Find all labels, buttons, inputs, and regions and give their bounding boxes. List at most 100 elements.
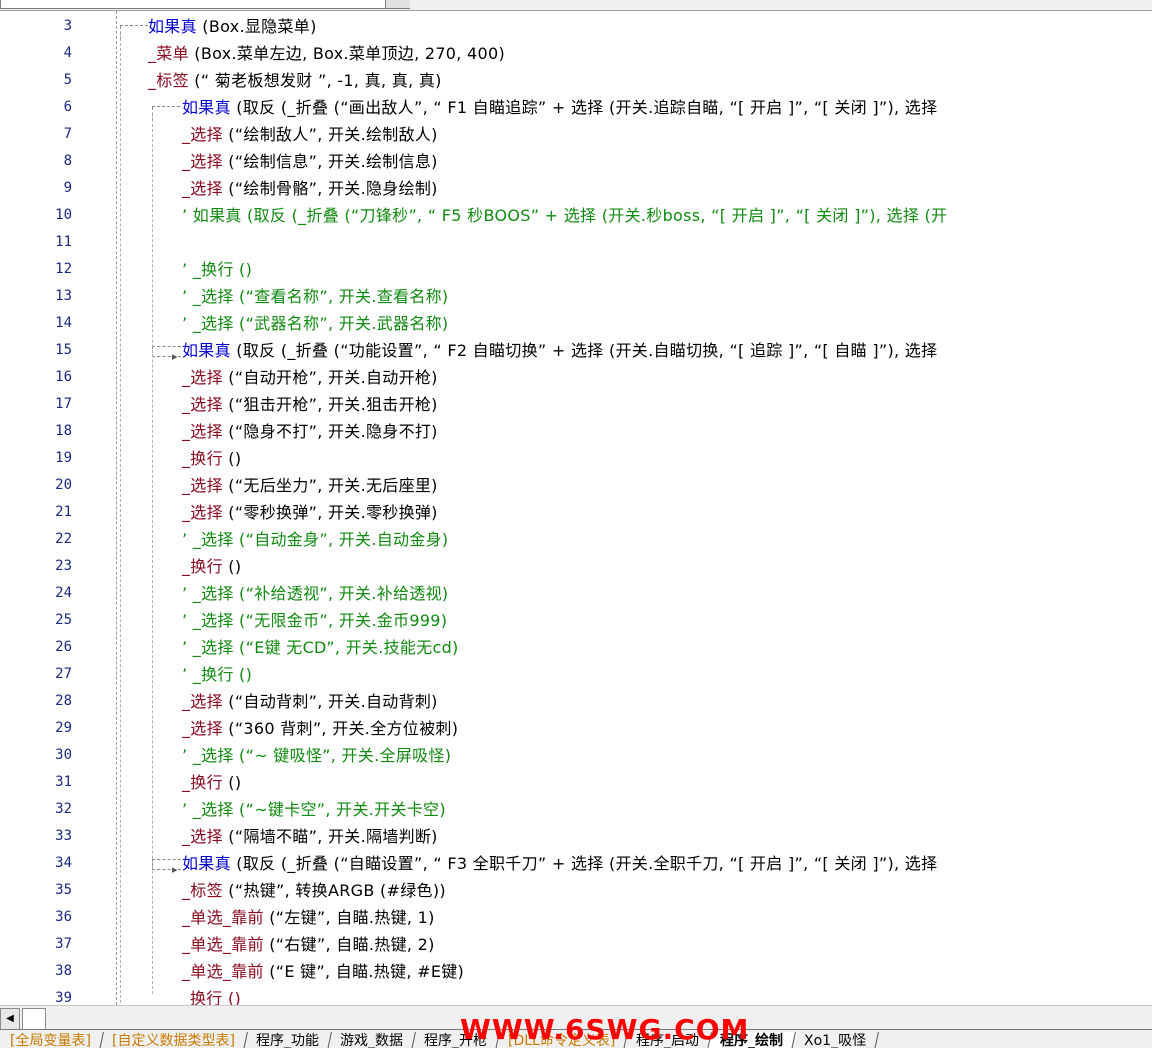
code-token: (“零秒换弹”, 开关.零秒换弹) <box>222 503 438 522</box>
code-line[interactable]: 18 _选择 (“隐身不打”, 开关.隐身不打) <box>0 418 1152 445</box>
code-line[interactable]: 20 _选择 (“无后坐力”, 开关.无后座里) <box>0 472 1152 499</box>
line-number: 21 <box>55 504 72 520</box>
line-number: 20 <box>55 477 72 493</box>
combo-dropdown-button[interactable] <box>385 0 410 8</box>
code-text: ’ _选择 (“~ 键吸怪”, 开关.全屏吸怪) <box>182 742 451 769</box>
code-token: (“自动开枪”, 开关.自动开枪) <box>222 368 438 387</box>
code-line[interactable]: 22 ’ _选择 (“自动金身”, 开关.自动金身) <box>0 526 1152 553</box>
code-token: _选择 <box>182 476 223 495</box>
file-tab[interactable]: 游戏_数据 <box>327 1032 416 1048</box>
code-line[interactable]: 24 ’ _选择 (“补给透视”, 开关.补给透视) <box>0 580 1152 607</box>
line-number: 18 <box>55 423 72 439</box>
code-line[interactable]: 9 _选择 (“绘制骨骼”, 开关.隐身绘制) <box>0 175 1152 202</box>
code-line[interactable]: 31 _换行 () <box>0 769 1152 796</box>
code-line[interactable]: 21 _选择 (“零秒换弹”, 开关.零秒换弹) <box>0 499 1152 526</box>
code-line[interactable]: 34 ▸ 如果真 (取反 (_折叠 (“自瞄设置”, “ F3 全职千刀” + 选择… <box>0 850 1152 877</box>
line-number: 37 <box>55 936 72 952</box>
file-tab-label: Xo1_吸怪 <box>804 1033 867 1048</box>
code-line[interactable]: 35 _标签 (“热键”, 转换ARGB (#绿色)) <box>0 877 1152 904</box>
code-token: _单选_靠前 <box>182 962 264 981</box>
file-tab[interactable]: [全局变量表] <box>0 1032 104 1048</box>
scroll-left-button[interactable]: ◀ <box>0 1008 20 1030</box>
code-line[interactable]: 7 _选择 (“绘制敌人”, 开关.绘制敌人) <box>0 121 1152 148</box>
line-number: 32 <box>55 801 72 817</box>
code-line[interactable]: 16 _选择 (“自动开枪”, 开关.自动开枪) <box>0 364 1152 391</box>
code-token: ’ _选择 (“无限金币”, 开关.金币999) <box>182 611 448 630</box>
code-token: (“绘制信息”, 开关.绘制信息) <box>222 152 438 171</box>
code-line[interactable]: 10 ’ 如果真 (取反 (_折叠 (“刀锋秒”, “ F5 秒BOOS” + 选… <box>0 202 1152 229</box>
code-text: ’ _换行 () <box>182 256 252 283</box>
code-line[interactable]: 12 ’ _换行 () <box>0 256 1152 283</box>
code-token: ’ _选择 (“查看名称”, 开关.查看名称) <box>182 287 449 306</box>
code-token: ’ _选择 (“E键 无CD”, 开关.技能无cd) <box>182 638 459 657</box>
code-text: ’ _选择 (“E键 无CD”, 开关.技能无cd) <box>182 634 459 661</box>
code-text: _选择 (“绘制骨骼”, 开关.隐身绘制) <box>182 175 438 202</box>
code-line[interactable]: 36 _单选_靠前 (“左键”, 自瞄.热键, 1) <box>0 904 1152 931</box>
code-token: ’ _选择 (“补给透视”, 开关.补给透视) <box>182 584 449 603</box>
code-text: _换行 () <box>182 769 241 796</box>
fold-expanded-icon[interactable] <box>120 25 148 40</box>
code-line[interactable]: 3 如果真 (Box.显隐菜单) <box>0 13 1152 40</box>
code-editor[interactable]: 3 如果真 (Box.显隐菜单) 4 _菜单 (Box.菜单左边, Box.菜单顶边,… <box>0 11 1152 1005</box>
code-token: (“无后坐力”, 开关.无后座里) <box>222 476 438 495</box>
code-line[interactable]: 11 <box>0 229 1152 256</box>
code-line[interactable]: 28 _选择 (“自动背刺”, 开关.自动背刺) <box>0 688 1152 715</box>
line-number: 19 <box>55 450 72 466</box>
code-token: (“E 键”, 自瞄.热键, #E键) <box>263 962 465 981</box>
code-token: (“右键”, 自瞄.热键, 2) <box>263 935 435 954</box>
code-line[interactable]: 15 ▸ 如果真 (取反 (_折叠 (“功能设置”, “ F2 自瞄切换” + 选择… <box>0 337 1152 364</box>
code-token: () <box>222 449 242 468</box>
line-number: 7 <box>63 126 72 142</box>
code-token: ’ _选择 (“武器名称”, 开关.武器名称) <box>182 314 449 333</box>
code-text: 如果真 (取反 (_折叠 (“画出敌人”, “ F1 自瞄追踪” + 选择 (开… <box>182 94 937 121</box>
code-line[interactable]: 5 _标签 (“ 菊老板想发财 ”, -1, 真, 真, 真) <box>0 67 1152 94</box>
code-token: (“自动背刺”, 开关.自动背刺) <box>222 692 438 711</box>
code-line[interactable]: 4 _菜单 (Box.菜单左边, Box.菜单顶边, 270, 400) <box>0 40 1152 67</box>
code-token: 如果真 <box>182 341 231 360</box>
line-number: 22 <box>55 531 72 547</box>
code-text: _选择 (“无后坐力”, 开关.无后座里) <box>182 472 438 499</box>
code-line[interactable]: 14 ’ _选择 (“武器名称”, 开关.武器名称) <box>0 310 1152 337</box>
code-line[interactable]: 13 ’ _选择 (“查看名称”, 开关.查看名称) <box>0 283 1152 310</box>
code-token: _菜单 <box>148 44 189 63</box>
fold-expanded-icon[interactable] <box>152 106 180 121</box>
file-tab[interactable]: [自定义数据类型表] <box>100 1032 248 1048</box>
code-line[interactable]: 33 _选择 (“隔墙不瞄”, 开关.隔墙判断) <box>0 823 1152 850</box>
line-number: 30 <box>55 747 72 763</box>
code-line[interactable]: 39 换行 () <box>0 985 1152 1005</box>
code-line[interactable]: 30 ’ _选择 (“~ 键吸怪”, 开关.全屏吸怪) <box>0 742 1152 769</box>
code-line[interactable]: 27 ’ _换行 () <box>0 661 1152 688</box>
code-text: _单选_靠前 (“左键”, 自瞄.热键, 1) <box>182 904 435 931</box>
code-line[interactable]: 32 ’ _选择 (“~键卡空”, 开关.开关卡空) <box>0 796 1152 823</box>
file-tab[interactable]: Xo1_吸怪 <box>792 1032 880 1048</box>
code-line[interactable]: 17 _选择 (“狙击开枪”, 开关.狙击开枪) <box>0 391 1152 418</box>
code-line[interactable]: 6 如果真 (取反 (_折叠 (“画出敌人”, “ F1 自瞄追踪” + 选择 (… <box>0 94 1152 121</box>
code-token: (“热键”, 转换ARGB (#绿色)) <box>222 881 446 900</box>
code-line[interactable]: 38 _单选_靠前 (“E 键”, 自瞄.热键, #E键) <box>0 958 1152 985</box>
scroll-thumb[interactable] <box>22 1008 46 1030</box>
code-token: _换行 <box>182 557 223 576</box>
code-token: ’ _换行 () <box>182 665 253 684</box>
code-line[interactable]: 29 _选择 (“360 背刺”, 开关.全方位被刺) <box>0 715 1152 742</box>
code-line[interactable]: 8 _选择 (“绘制信息”, 开关.绘制信息) <box>0 148 1152 175</box>
line-number: 3 <box>63 18 72 34</box>
code-text: ’ 如果真 (取反 (_折叠 (“刀锋秒”, “ F5 秒BOOS” + 选择 … <box>182 202 947 229</box>
code-token: _选择 <box>182 395 223 414</box>
code-line[interactable]: 25 ’ _选择 (“无限金币”, 开关.金币999) <box>0 607 1152 634</box>
line-number: 34 <box>55 855 72 871</box>
code-token: ’ _选择 (“~ 键吸怪”, 开关.全屏吸怪) <box>182 746 452 765</box>
line-number: 33 <box>55 828 72 844</box>
line-number: 27 <box>55 666 72 682</box>
code-text: _选择 (“360 背刺”, 开关.全方位被刺) <box>182 715 458 742</box>
subroutine-combo[interactable] <box>0 0 410 9</box>
code-line[interactable]: 19 _换行 () <box>0 445 1152 472</box>
code-line[interactable]: 37 _单选_靠前 (“右键”, 自瞄.热键, 2) <box>0 931 1152 958</box>
code-line[interactable]: 23 _换行 () <box>0 553 1152 580</box>
code-text: ’ _换行 () <box>182 661 252 688</box>
file-tab[interactable]: 程序_功能 <box>243 1032 332 1048</box>
code-token: (取反 (_折叠 (“自瞄设置”, “ F3 全职千刀” + 选择 (开关.全职… <box>230 854 938 873</box>
code-token: _换行 <box>182 773 223 792</box>
code-token: ’ 如果真 (取反 (_折叠 (“刀锋秒”, “ F5 秒BOOS” + 选择 … <box>182 206 948 225</box>
code-text: _换行 () <box>182 553 241 580</box>
code-line[interactable]: 26 ’ _选择 (“E键 无CD”, 开关.技能无cd) <box>0 634 1152 661</box>
